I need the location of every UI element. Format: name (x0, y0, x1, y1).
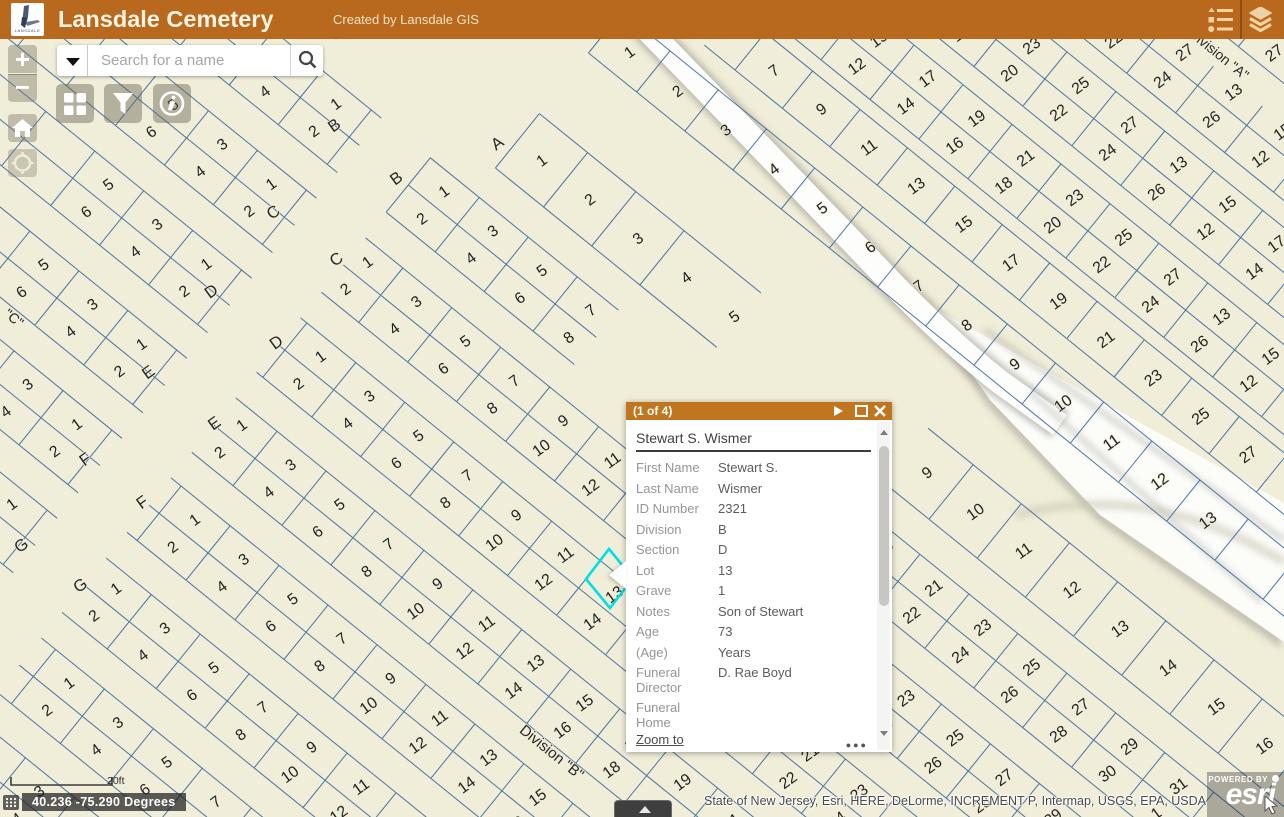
svg-text:20ft: 20ft (107, 776, 125, 787)
svg-text:LANSDALE: LANSDALE (15, 28, 41, 33)
